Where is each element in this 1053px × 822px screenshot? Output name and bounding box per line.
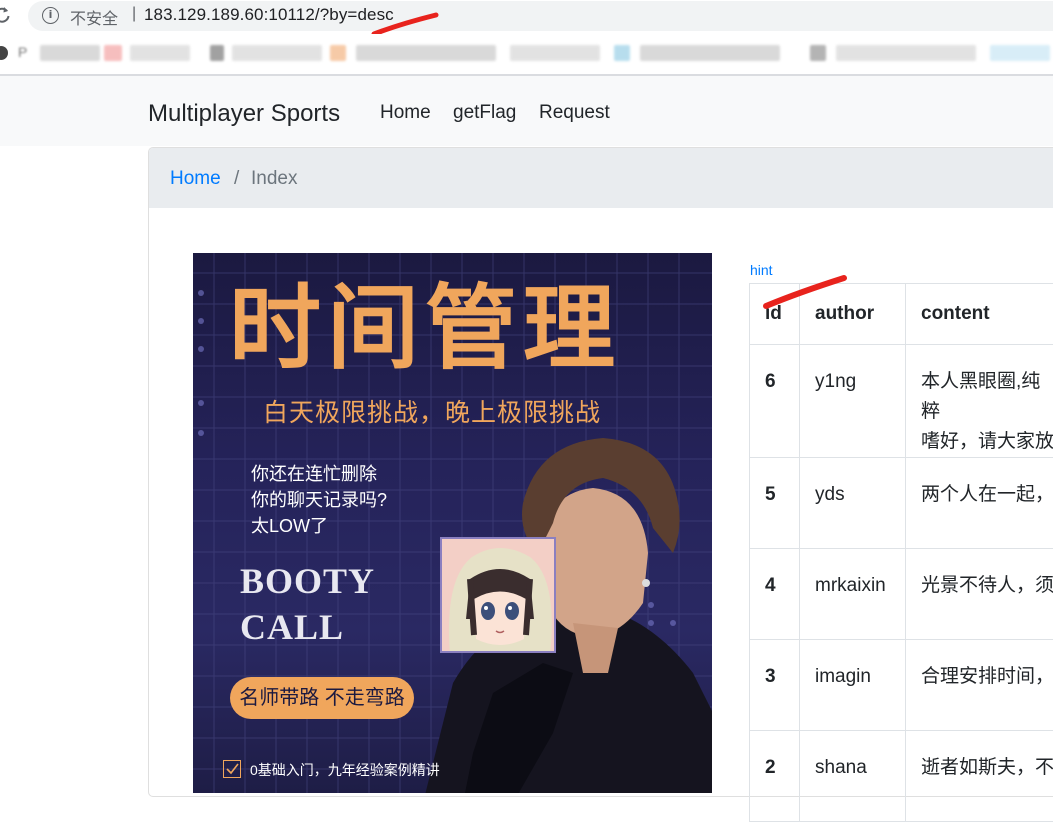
bookmark-item[interactable] <box>330 45 346 61</box>
cell-content: 本人黑眼圈,纯粹 嗜好，请大家放 <box>906 345 1053 458</box>
navbar: Multiplayer Sports Home getFlag Request <box>0 76 1053 146</box>
navbar-brand[interactable]: Multiplayer Sports <box>148 100 340 128</box>
poster-title: 时间管理 <box>229 273 689 383</box>
poster-pill: 名师带路 不走弯路 <box>230 677 414 719</box>
bookmark-item[interactable] <box>232 45 322 61</box>
bookmark-item[interactable] <box>40 45 100 61</box>
table-row: 6 y1ng 本人黑眼圈,纯粹 嗜好，请大家放 <box>750 345 1053 458</box>
cell-author: shana <box>800 731 906 822</box>
red-annotation-mark <box>760 272 850 312</box>
poster-brand: BOOTY CALL <box>240 558 375 650</box>
checkbox-icon <box>223 760 241 778</box>
address-bar: i 不安全 | 183.129.189.60:10112/?by=desc <box>0 0 1053 34</box>
breadcrumb-home[interactable]: Home <box>170 168 221 190</box>
cell-author: mrkaixin <box>800 549 906 640</box>
breadcrumb-separator: / <box>234 168 239 190</box>
cell-content: 两个人在一起， <box>906 458 1053 549</box>
bookmark-item[interactable] <box>614 45 630 61</box>
bookmark-item[interactable] <box>356 45 496 61</box>
cell-id: 5 <box>750 458 800 549</box>
header-content[interactable]: content <box>906 284 1053 345</box>
bookmark-label[interactable]: P <box>18 44 27 60</box>
nav-link-home[interactable]: Home <box>380 102 431 124</box>
table-row: 5 yds 两个人在一起， <box>750 458 1053 549</box>
bookmark-item[interactable] <box>810 45 826 61</box>
cell-id: 3 <box>750 640 800 731</box>
cell-id: 2 <box>750 731 800 822</box>
url-text[interactable]: 183.129.189.60:10112/?by=desc <box>144 5 394 25</box>
omnibox[interactable]: i 不安全 | 183.129.189.60:10112/?by=desc <box>28 1 1053 31</box>
cell-author: yds <box>800 458 906 549</box>
reload-icon[interactable] <box>0 5 12 25</box>
info-icon[interactable]: i <box>42 7 59 24</box>
poster-footer: 0基础入门，九年经验案例精讲 <box>250 760 440 780</box>
nav-link-request[interactable]: Request <box>539 102 610 124</box>
bookmark-item[interactable] <box>836 45 976 61</box>
cell-content: 合理安排时间， <box>906 640 1053 731</box>
bookmark-icon[interactable] <box>0 46 8 60</box>
security-label[interactable]: 不安全 <box>70 5 118 29</box>
cell-id: 6 <box>750 345 800 458</box>
table-row: 3 imagin 合理安排时间， <box>750 640 1053 731</box>
table-row: 2 shana 逝者如斯夫，不 <box>750 731 1053 822</box>
cell-content: 逝者如斯夫，不 <box>906 731 1053 822</box>
bookmark-item[interactable] <box>104 45 122 61</box>
table-row: 4 mrkaixin 光景不待人，须 <box>750 549 1053 640</box>
cell-author: y1ng <box>800 345 906 458</box>
cell-content: 光景不待人，须 <box>906 549 1053 640</box>
bookmark-item[interactable] <box>210 45 224 61</box>
bookmarks-bar: P <box>0 34 1053 74</box>
poster-subtitle: 白天极限挑战，晚上极限挑战 <box>263 393 601 429</box>
cell-id: 4 <box>750 549 800 640</box>
bookmark-item[interactable] <box>130 45 190 61</box>
cell-author: imagin <box>800 640 906 731</box>
posts-table: id author content 6 y1ng 本人黑眼圈,纯粹 嗜好，请大家… <box>749 283 1053 822</box>
anime-face-sticker <box>440 537 556 653</box>
bookmark-item[interactable] <box>510 45 600 61</box>
security-separator: | <box>132 5 136 23</box>
bookmark-item[interactable] <box>640 45 780 61</box>
poster-image: 时间管理 白天极限挑战，晚上极限挑战 你还在连忙删除 你的聊天记录吗? 太LOW… <box>193 253 712 793</box>
bookmark-item[interactable] <box>990 45 1050 61</box>
nav-link-getflag[interactable]: getFlag <box>453 102 516 124</box>
breadcrumb-current: Index <box>251 168 297 190</box>
poster-question: 你还在连忙删除 你的聊天记录吗? 太LOW了 <box>251 461 387 539</box>
breadcrumb: Home / Index <box>149 148 1053 208</box>
